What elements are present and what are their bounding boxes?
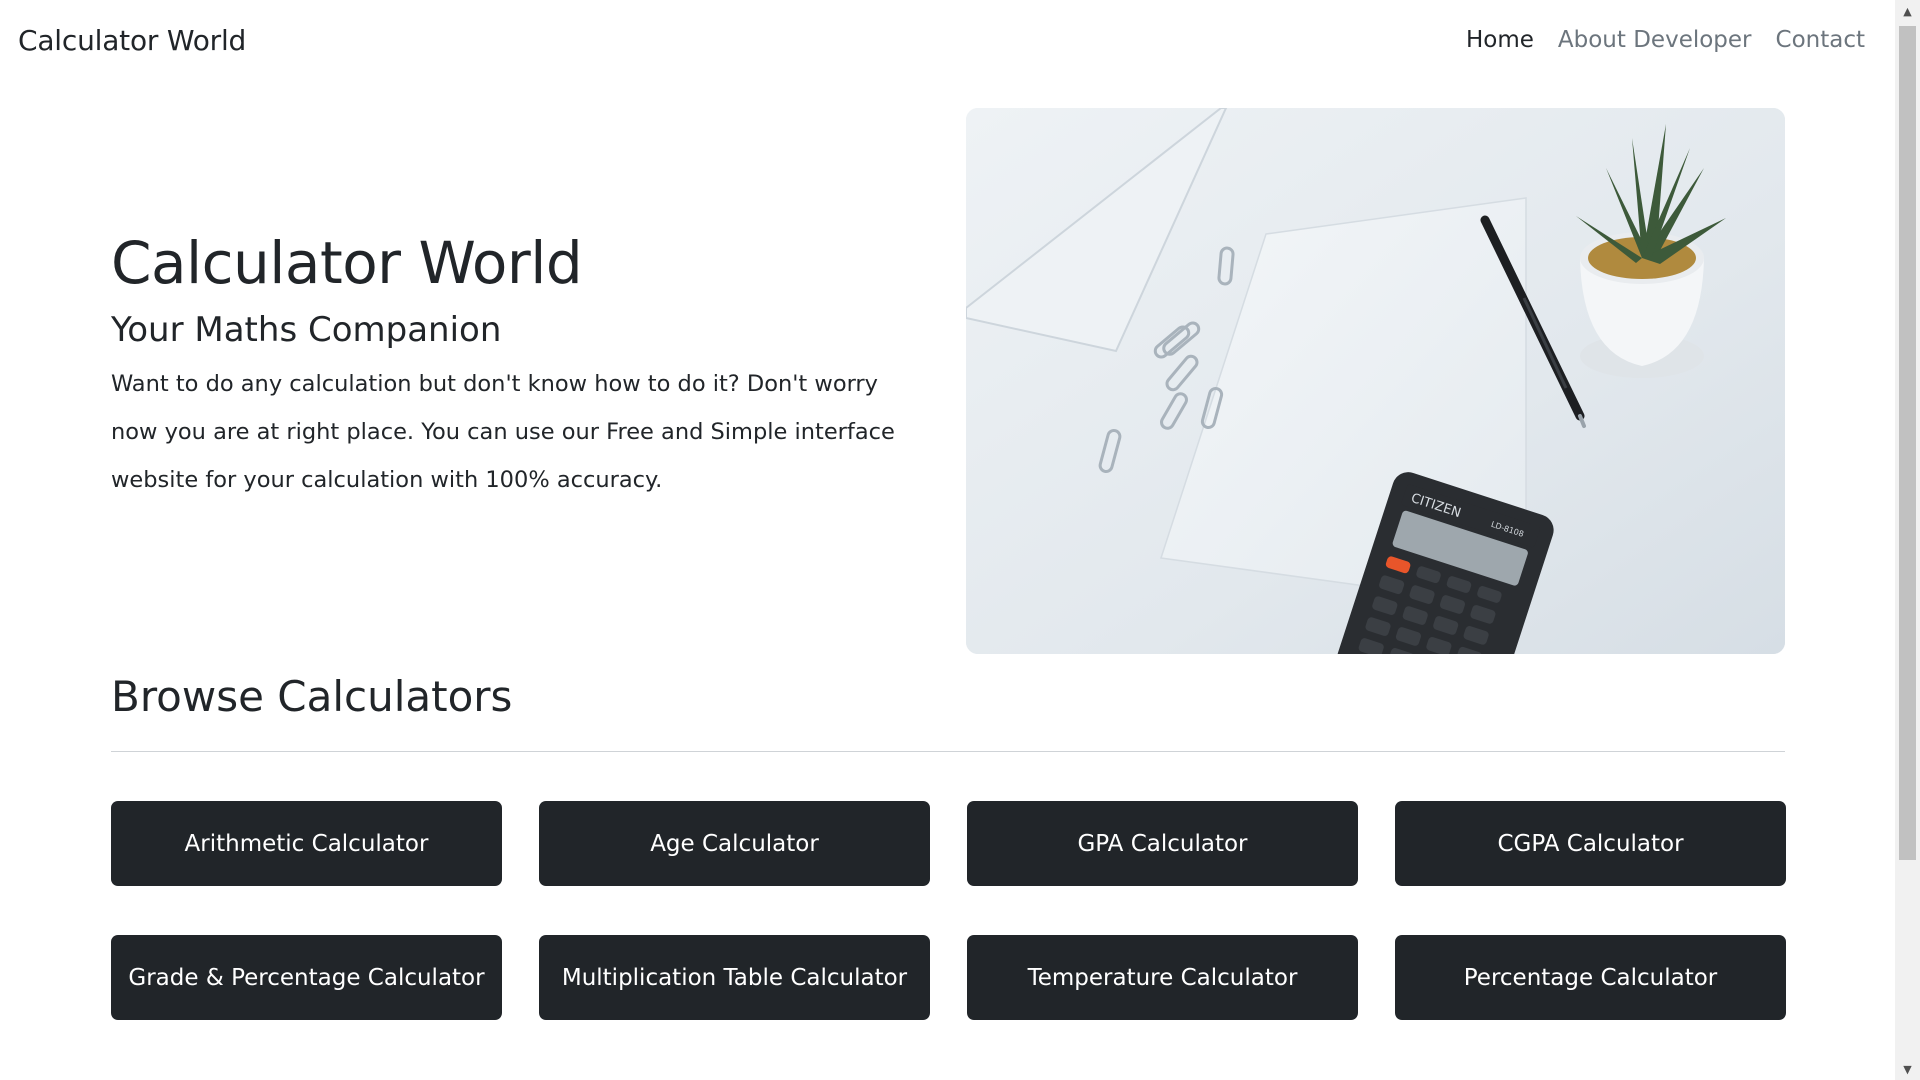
nav-links: Home About Developer Contact	[1466, 27, 1865, 53]
nav-home-link[interactable]: Home	[1466, 27, 1534, 53]
multiplication-table-calculator-button[interactable]: Multiplication Table Calculator	[539, 935, 930, 1020]
age-calculator-button[interactable]: Age Calculator	[539, 801, 930, 886]
gpa-calculator-button[interactable]: GPA Calculator	[967, 801, 1358, 886]
brand-link[interactable]: Calculator World	[18, 24, 246, 57]
arithmetic-calculator-button[interactable]: Arithmetic Calculator	[111, 801, 502, 886]
scroll-up-icon[interactable]: ▲	[1895, 0, 1920, 22]
cgpa-calculator-button[interactable]: CGPA Calculator	[1395, 801, 1786, 886]
hero-image: CITIZEN LD-8108	[966, 108, 1785, 654]
percentage-calculator-button[interactable]: Percentage Calculator	[1395, 935, 1786, 1020]
hero-description: Want to do any calculation but don't kno…	[111, 371, 895, 493]
calculator-grid: Arithmetic Calculator Age Calculator GPA…	[111, 801, 1786, 1020]
browse-calculators-heading: Browse Calculators	[111, 672, 513, 721]
hero-title: Calculator World	[111, 229, 583, 297]
grade-percentage-calculator-button[interactable]: Grade & Percentage Calculator	[111, 935, 502, 1020]
hero-text: Calculator World Your Maths Companion Wa…	[111, 228, 911, 504]
nav-about-developer-link[interactable]: About Developer	[1558, 27, 1752, 53]
navbar: Calculator World Home About Developer Co…	[0, 0, 1895, 84]
scrollbar-thumb[interactable]	[1899, 26, 1916, 860]
scroll-down-icon[interactable]: ▼	[1895, 1058, 1920, 1080]
temperature-calculator-button[interactable]: Temperature Calculator	[967, 935, 1358, 1020]
hero-subtitle: Your Maths Companion	[111, 310, 502, 350]
page-scrollbar[interactable]: ▲ ▼	[1895, 0, 1920, 1080]
nav-contact-link[interactable]: Contact	[1776, 27, 1865, 53]
section-divider	[111, 751, 1785, 752]
